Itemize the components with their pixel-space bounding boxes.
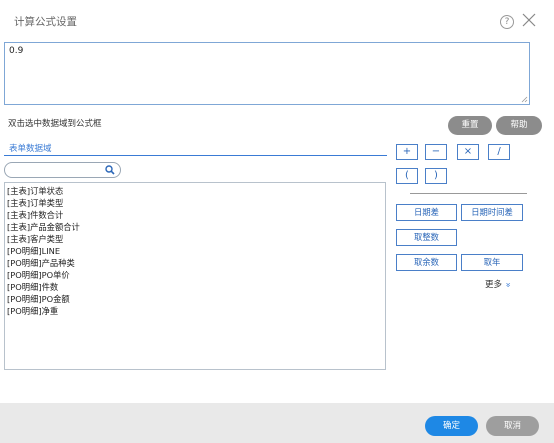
field-list[interactable]: [主表]订单状态 [主表]订单类型 [主表]件数合计 [主表]产品金额合计 [主…: [4, 182, 386, 370]
instruction-text: 双击选中数据域到公式框: [8, 119, 102, 129]
mod-button[interactable]: 取余数: [396, 254, 457, 271]
reset-button[interactable]: 重置: [448, 116, 492, 135]
year-button[interactable]: 取年: [461, 254, 523, 271]
formula-textarea[interactable]: 0.9: [4, 42, 530, 105]
close-icon[interactable]: [522, 13, 536, 27]
list-item[interactable]: [PO明细]件数: [7, 281, 58, 293]
divide-button[interactable]: /: [488, 144, 510, 160]
more-link[interactable]: 更多 »: [485, 278, 513, 290]
cancel-button[interactable]: 取消: [486, 416, 539, 436]
help-icon[interactable]: ?: [500, 15, 514, 29]
double-chevron-down-icon: »: [502, 282, 513, 288]
list-item[interactable]: [主表]客户类型: [7, 233, 63, 245]
tab-underline: [4, 155, 387, 156]
divider: [410, 193, 527, 194]
formula-value: 0.9: [9, 46, 24, 56]
search-input[interactable]: [4, 162, 121, 178]
list-item[interactable]: [主表]订单状态: [7, 185, 63, 197]
list-item[interactable]: [PO明细]净重: [7, 305, 58, 317]
help-button[interactable]: 帮助: [496, 116, 542, 135]
list-item[interactable]: [PO明细]LINE: [7, 245, 60, 257]
right-paren-button[interactable]: ): [425, 168, 447, 184]
more-label: 更多: [485, 280, 503, 290]
left-paren-button[interactable]: (: [396, 168, 418, 184]
dialog-title: 计算公式设置: [14, 16, 77, 28]
round-button[interactable]: 取整数: [396, 229, 457, 246]
formula-settings-dialog: 计算公式设置 ? 0.9 双击选中数据域到公式框 重置 帮助 表单数据域 [主表…: [0, 0, 554, 443]
plus-button[interactable]: +: [396, 144, 418, 160]
datetime-diff-button[interactable]: 日期时间差: [461, 204, 523, 221]
resize-grip-icon[interactable]: [521, 96, 528, 103]
list-item[interactable]: [主表]产品金额合计: [7, 221, 80, 233]
list-item[interactable]: [主表]件数合计: [7, 209, 63, 221]
list-item[interactable]: [主表]订单类型: [7, 197, 63, 209]
tab-form-fields[interactable]: 表单数据域: [9, 142, 52, 154]
search-icon[interactable]: [105, 165, 115, 175]
list-item[interactable]: [PO明细]PO单价: [7, 269, 70, 281]
date-diff-button[interactable]: 日期差: [396, 204, 457, 221]
multiply-button[interactable]: ×: [457, 144, 479, 160]
list-item[interactable]: [PO明细]产品种类: [7, 257, 75, 269]
list-item[interactable]: [PO明细]PO金额: [7, 293, 70, 305]
minus-button[interactable]: −: [425, 144, 447, 160]
ok-button[interactable]: 确定: [425, 416, 478, 436]
